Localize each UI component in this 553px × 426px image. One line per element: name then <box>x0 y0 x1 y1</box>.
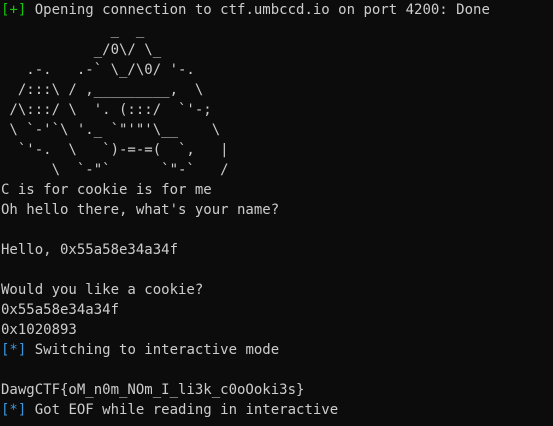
address-line-2: 0x1020893 <box>1 322 77 338</box>
cookie-line: C is for cookie is for me <box>1 182 212 198</box>
address-line-1: 0x55a58e34a34f <box>1 302 120 318</box>
eof-line: [*] Got EOF while reading in interactive <box>1 400 553 420</box>
success-tag: [+] <box>1 2 27 18</box>
cookie-monster-ascii-art: _ _ _/0\/ \_ .-. .-` \_/\0/ '-. /:::\ / … <box>9 22 229 178</box>
terminal-window[interactable]: [+] Opening connection to ctf.umbccd.io … <box>0 0 553 426</box>
connection-text: Opening connection to ctf.umbccd.io on p… <box>26 2 490 18</box>
interactive-mode-text: Switching to interactive mode <box>26 342 280 358</box>
interactive-mode-line: [*] Switching to interactive mode <box>1 340 553 360</box>
flag-line: DawgCTF{oM_n0m_NOm_I_li3k_c0oOoki3s} <box>1 382 305 398</box>
input-line[interactable] <box>1 420 553 426</box>
connection-line: [+] Opening connection to ctf.umbccd.io … <box>1 0 553 20</box>
eof-text: Got EOF while reading in interactive <box>26 402 339 418</box>
info-tag: [*] <box>1 402 27 418</box>
info-tag: [*] <box>1 342 27 358</box>
hello-line: Hello, 0x55a58e34a34f <box>1 242 179 258</box>
name-prompt-line: Oh hello there, what's your name? <box>1 202 280 218</box>
cookie-prompt-line: Would you like a cookie? <box>1 282 204 298</box>
